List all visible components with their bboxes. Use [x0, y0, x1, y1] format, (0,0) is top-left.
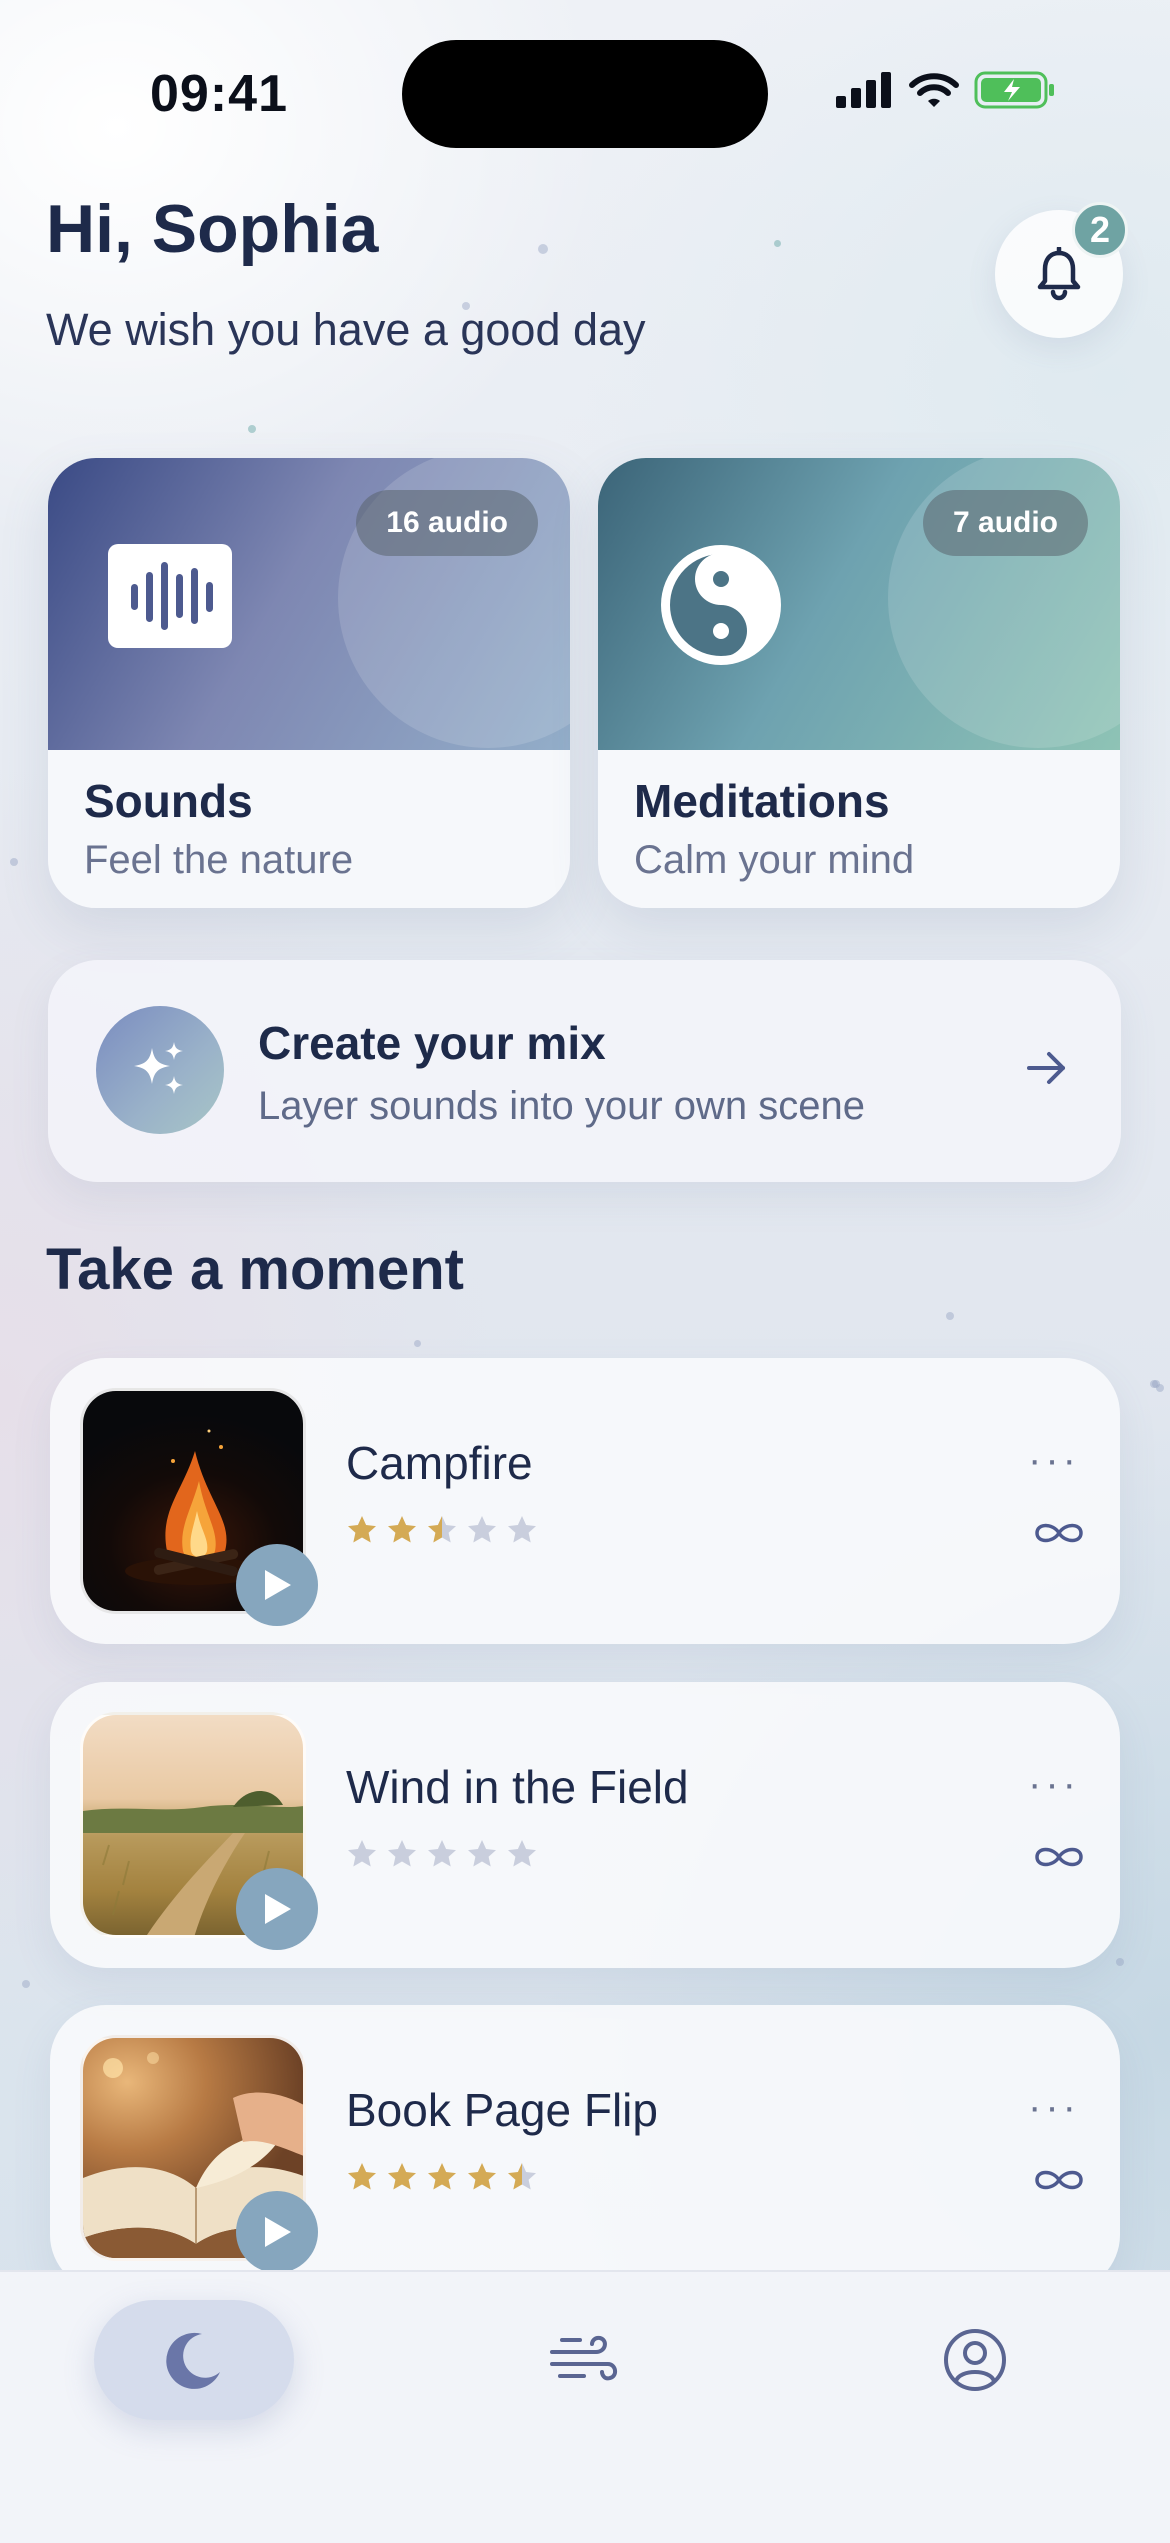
star-icon	[428, 1516, 456, 1543]
tab-profile[interactable]	[875, 2300, 1075, 2420]
particle	[10, 858, 18, 866]
arrow-right-icon	[1027, 1052, 1065, 1084]
tab-bar	[0, 2270, 1170, 2543]
tab-sounds[interactable]	[484, 2300, 684, 2420]
particle	[1152, 1380, 1160, 1388]
loop-icon[interactable]	[1032, 1518, 1086, 1548]
more-options-button[interactable]: ···	[1028, 2085, 1080, 2130]
star-icon	[388, 2163, 416, 2190]
track-title: Wind in the Field	[346, 1761, 689, 1813]
track-item-campfire[interactable]: Campfire ···	[50, 1358, 1120, 1644]
star-icon	[508, 1840, 536, 1867]
category-art: 7 audio	[598, 458, 1120, 750]
category-subtitle: Calm your mind	[634, 838, 915, 882]
status-icons	[836, 70, 1056, 110]
star-icon	[348, 1516, 376, 1543]
particle	[22, 1980, 30, 1988]
particle	[946, 1312, 954, 1320]
bell-icon	[1037, 247, 1081, 301]
create-mix-subtitle: Layer sounds into your own scene	[258, 1084, 866, 1128]
sparkles-icon	[96, 1006, 224, 1134]
cellular-signal-icon	[836, 72, 891, 108]
play-button[interactable]	[236, 2191, 318, 2273]
category-card-meditations[interactable]: 7 audio Meditations Calm your mind	[598, 458, 1120, 908]
rating-stars	[346, 1838, 538, 1870]
profile-icon	[944, 2329, 1006, 2391]
battery-charging-icon	[974, 71, 1054, 109]
category-title: Meditations	[634, 775, 890, 827]
star-icon	[508, 1516, 536, 1543]
particle	[248, 425, 256, 433]
create-mix-title: Create your mix	[258, 1017, 606, 1069]
rating-stars	[346, 1514, 538, 1546]
particle	[774, 240, 781, 247]
category-art: 16 audio	[48, 458, 570, 750]
play-button[interactable]	[236, 1868, 318, 1950]
star-icon	[508, 2163, 536, 2190]
create-mix-card[interactable]: Create your mix Layer sounds into your o…	[48, 960, 1121, 1182]
star-icon	[428, 1840, 456, 1867]
moon-icon	[166, 2332, 220, 2389]
star-icon	[428, 2163, 456, 2190]
greeting-title: Hi, Sophia	[46, 191, 379, 267]
play-button[interactable]	[236, 1544, 318, 1626]
status-bar: 09:41	[0, 0, 1170, 190]
track-title: Campfire	[346, 1437, 533, 1489]
loop-icon[interactable]	[1032, 2165, 1086, 2195]
category-title: Sounds	[84, 775, 253, 827]
star-icon	[468, 2163, 496, 2190]
sound-waves-icon	[108, 544, 232, 648]
audio-count-badge: 7 audio	[922, 490, 1088, 556]
play-icon	[265, 1570, 291, 1600]
rating-stars	[346, 2161, 538, 2193]
particle	[538, 244, 548, 254]
greeting-subtitle: We wish you have a good day	[46, 304, 646, 355]
more-options-button[interactable]: ···	[1028, 1762, 1080, 1807]
yin-yang-icon	[661, 545, 781, 665]
wifi-icon	[909, 73, 959, 107]
star-icon	[348, 2163, 376, 2190]
status-time: 09:41	[150, 65, 288, 123]
notification-badge: 2	[1072, 202, 1128, 258]
particle	[414, 1340, 421, 1347]
star-icon	[468, 1516, 496, 1543]
star-icon	[388, 1840, 416, 1867]
play-icon	[265, 2217, 291, 2247]
track-item-book-page-flip[interactable]: Book Page Flip ···	[50, 2005, 1120, 2291]
particle	[1116, 1958, 1124, 1966]
wind-icon	[550, 2335, 617, 2381]
loop-icon[interactable]	[1032, 1842, 1086, 1872]
audio-count-badge: 16 audio	[356, 490, 538, 556]
track-title: Book Page Flip	[346, 2084, 658, 2136]
play-icon	[265, 1894, 291, 1924]
section-title: Take a moment	[46, 1237, 464, 1302]
more-options-button[interactable]: ···	[1028, 1438, 1080, 1483]
star-icon	[388, 1516, 416, 1543]
track-item-wind-in-the-field[interactable]: Wind in the Field ···	[50, 1682, 1120, 1968]
sparkles-icon-glyph	[134, 1042, 183, 1094]
tab-sleep[interactable]	[94, 2300, 294, 2420]
category-subtitle: Feel the nature	[84, 838, 354, 882]
category-card-sounds[interactable]: 16 audio Sounds Feel the nature	[48, 458, 570, 908]
dynamic-island	[402, 40, 768, 148]
star-icon	[348, 1840, 376, 1867]
star-icon	[468, 1840, 496, 1867]
